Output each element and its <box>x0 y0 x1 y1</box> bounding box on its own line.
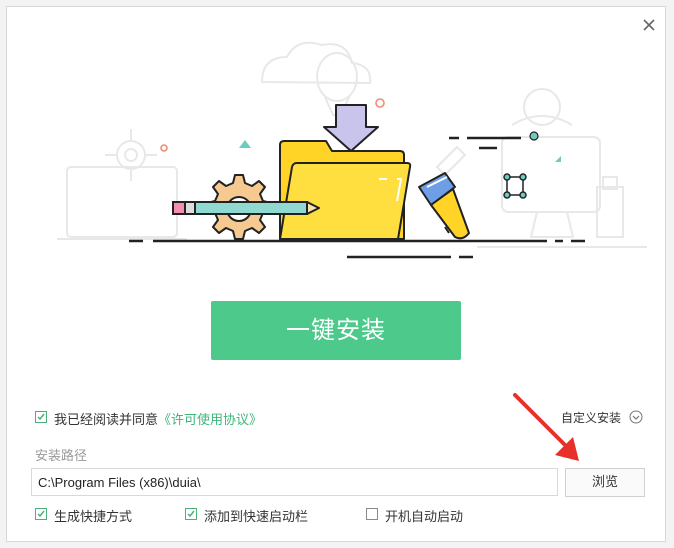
installer-window: 一键安装 我已经阅读并同意《许可使用协议》 自定义安装 安装路径 浏览 生成快捷… <box>6 6 666 542</box>
license-agreement-link[interactable]: 《许可使用协议》 <box>158 413 262 428</box>
shortcut-checkbox[interactable] <box>35 508 47 520</box>
quick-launch-checkbox[interactable] <box>185 508 197 520</box>
agreement-prefix: 我已经阅读并同意 <box>54 413 159 428</box>
chevron-down-icon[interactable] <box>629 410 643 424</box>
auto-start-label: 开机自动启动 <box>385 510 464 525</box>
folder-icon <box>279 140 412 240</box>
checkmark-icon <box>187 510 195 518</box>
paintbrush-icon <box>418 172 470 240</box>
shortcut-label: 生成快捷方式 <box>54 510 133 525</box>
install-path-input[interactable] <box>31 468 558 496</box>
pencil-icon <box>172 201 320 215</box>
auto-start-checkbox[interactable] <box>366 508 378 520</box>
quick-launch-label: 添加到快速启动栏 <box>204 510 309 525</box>
agreement-checkbox[interactable] <box>35 411 47 423</box>
annotation-arrow-icon <box>513 393 579 461</box>
checkmark-icon <box>37 413 45 421</box>
install-path-label: 安装路径 <box>35 449 88 464</box>
one-click-install-button[interactable]: 一键安装 <box>211 301 461 360</box>
agreement-text: 我已经阅读并同意《许可使用协议》 <box>54 409 262 428</box>
installer-illustration <box>57 41 647 259</box>
selection-frame <box>503 173 527 199</box>
checkmark-icon <box>37 510 45 518</box>
browse-button[interactable]: 浏览 <box>565 468 645 497</box>
